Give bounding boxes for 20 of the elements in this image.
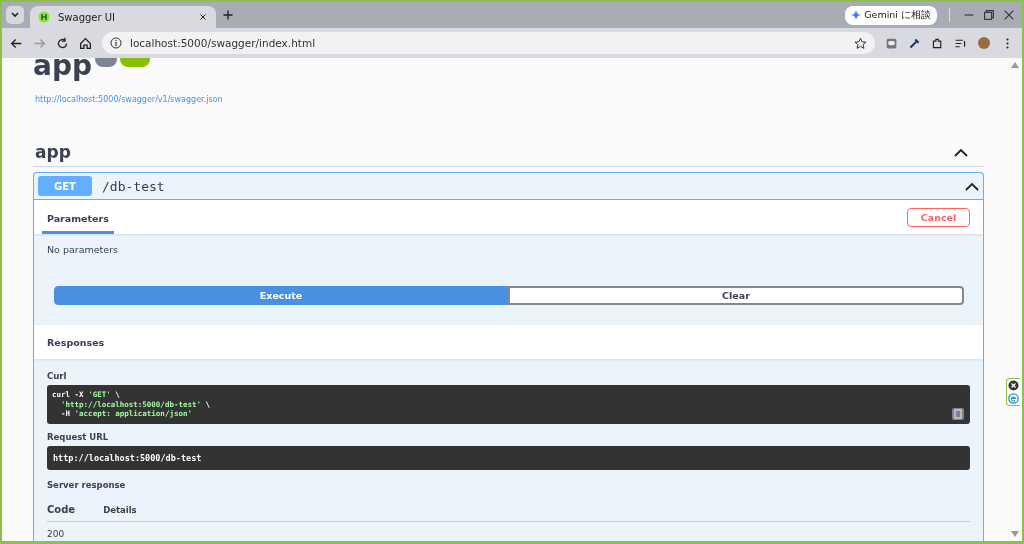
- responses-heading: Responses: [34, 325, 983, 359]
- endpoint-path[interactable]: /db-test: [102, 178, 955, 194]
- request-url: http://localhost:5000/db-test: [47, 445, 970, 470]
- method-badge: GET: [38, 176, 92, 196]
- column-header: Code: [47, 503, 76, 515]
- no-parameters-text: No parameters: [47, 244, 120, 255]
- status-code: 200: [47, 528, 65, 539]
- address-bar[interactable]: localhost:5000/swagger/index.html: [102, 32, 875, 54]
- curl-label: Curl: [47, 371, 68, 381]
- url-text: localhost:5000/swagger/index.html: [130, 37, 317, 49]
- request-url-label: Request URL: [47, 431, 110, 442]
- server-response-label: Server response: [47, 479, 127, 490]
- clear-button[interactable]: Clear: [508, 286, 964, 305]
- browser-tab[interactable]: Swagger UI: [30, 6, 216, 28]
- api-title: app: [33, 58, 92, 84]
- tab-title: Swagger UI: [58, 11, 117, 23]
- column-header: Details: [103, 504, 137, 515]
- gemini-button[interactable]: Gemini に相談: [845, 5, 937, 25]
- section-title: app: [35, 142, 71, 162]
- parameters-tab[interactable]: Parameters: [42, 204, 114, 234]
